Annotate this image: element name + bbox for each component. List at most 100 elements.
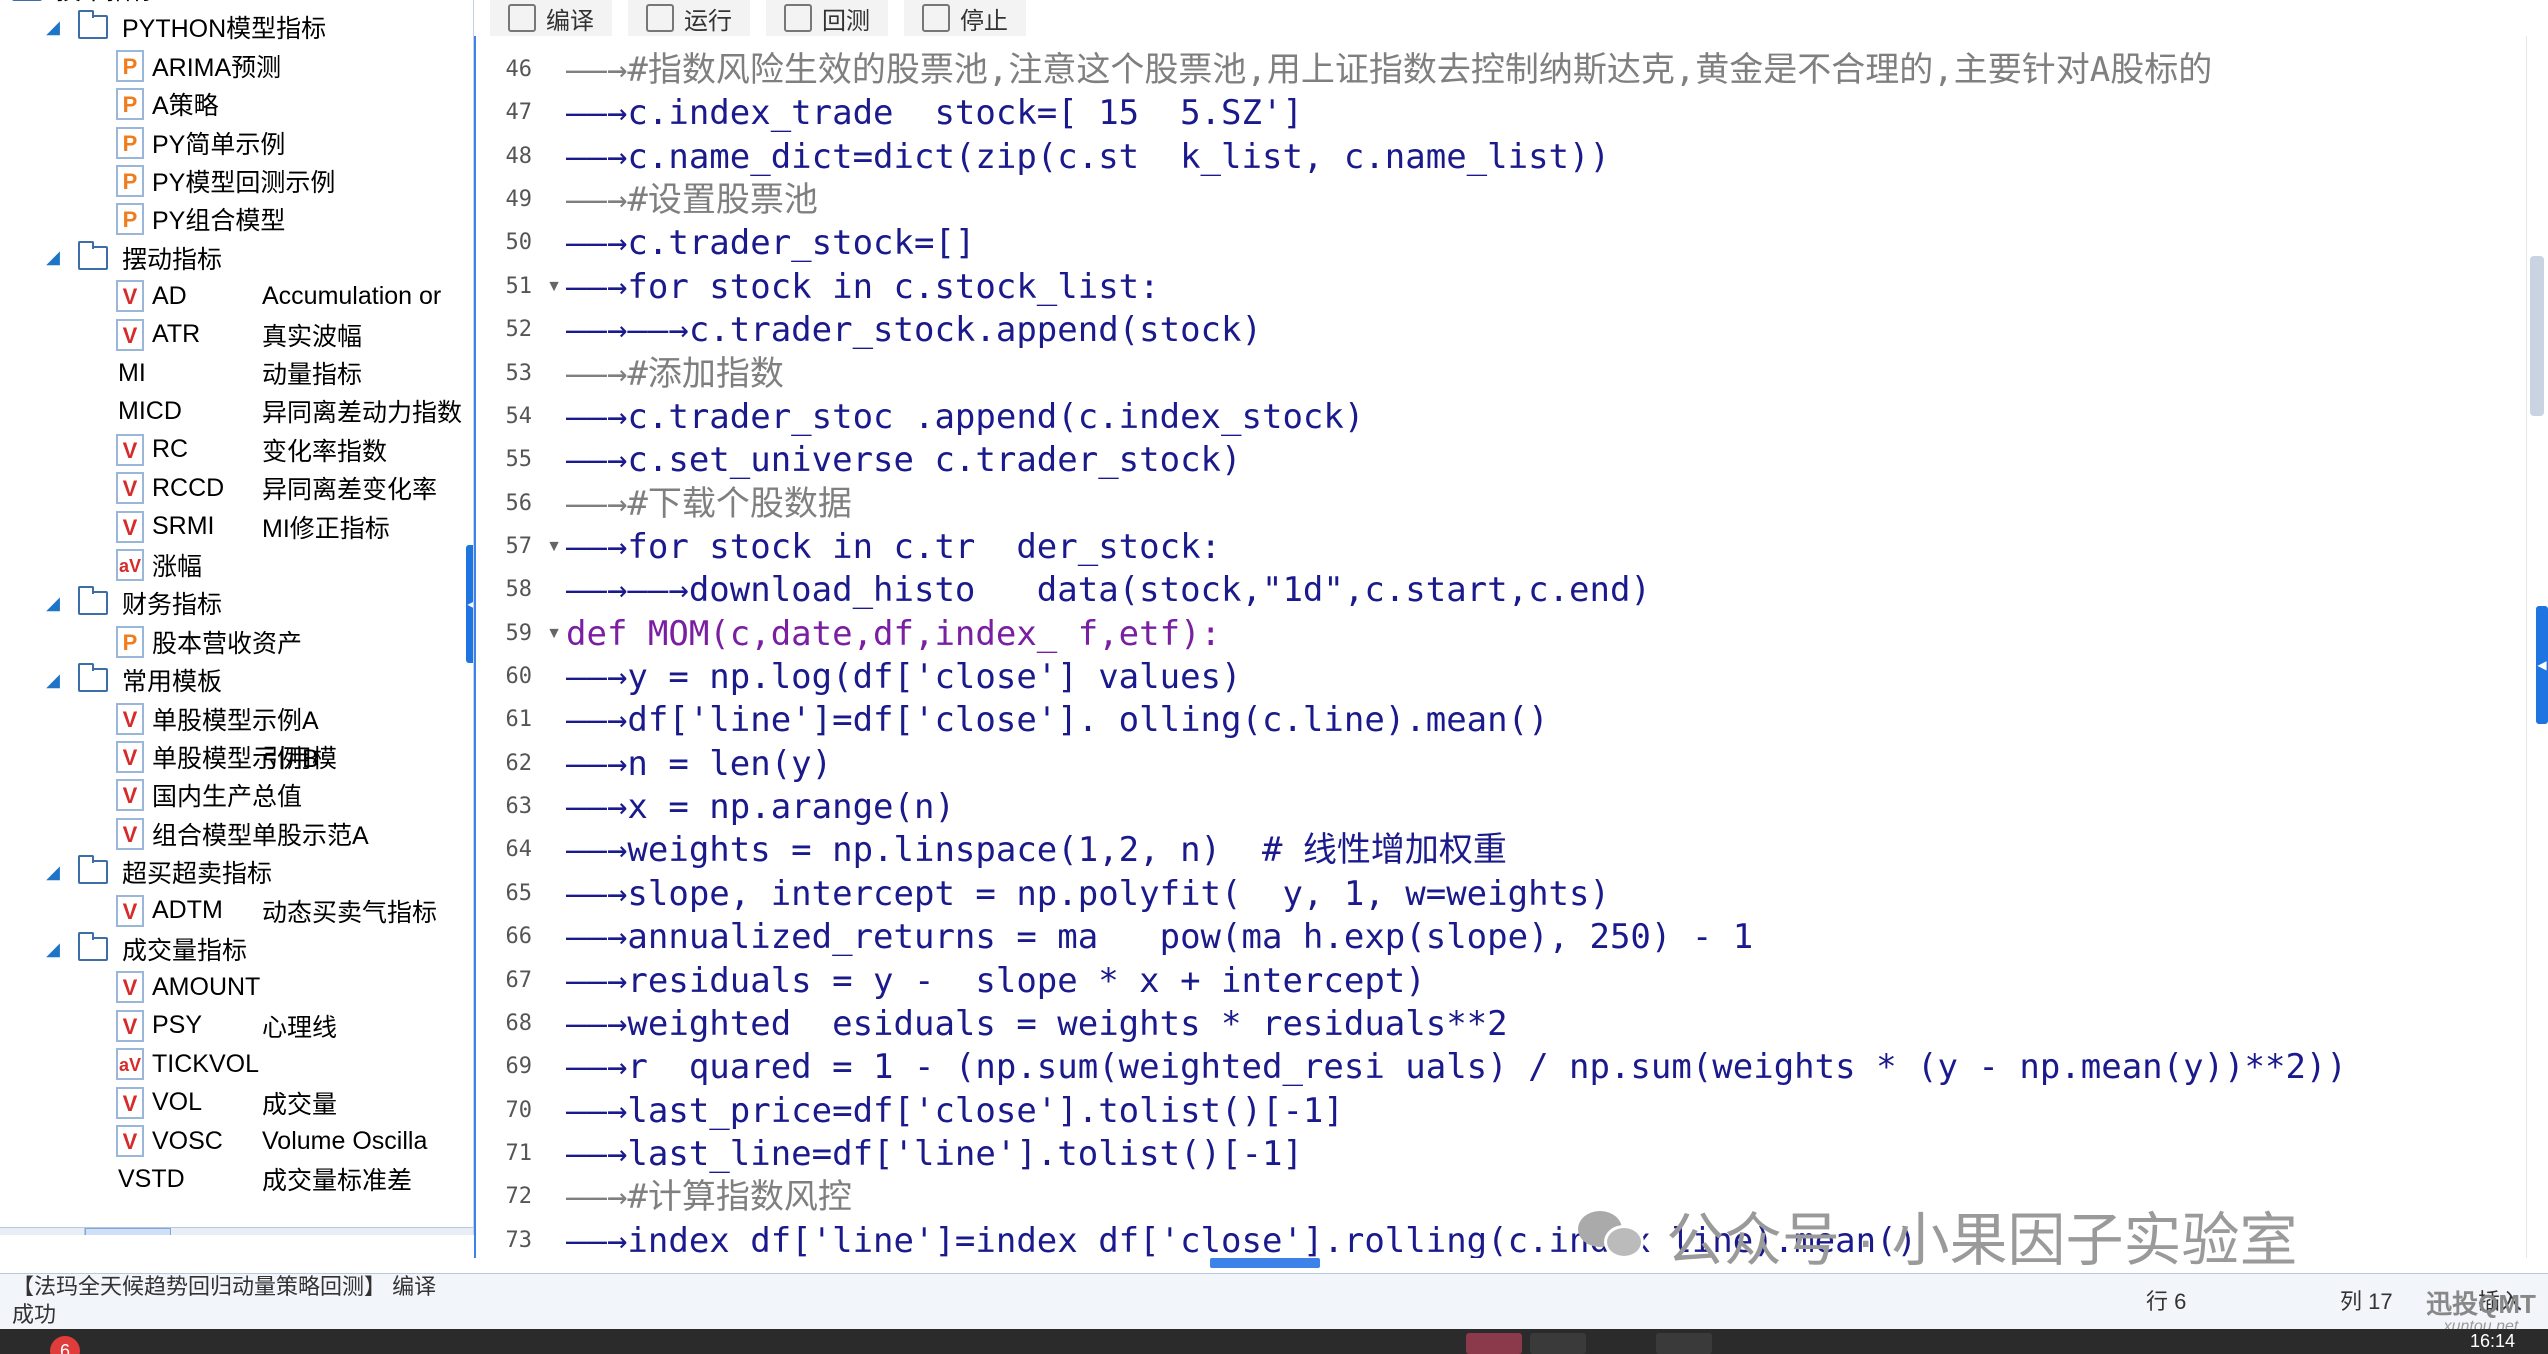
code-editor[interactable]: 46 47 48 49 50 51 52 53 54 55 56 57 58 59 60 61 62 63 64 65… [474, 36, 2548, 1258]
notification-badge[interactable]: 6 [50, 1336, 80, 1354]
tree-item[interactable]: V AMOUNT [116, 968, 260, 1006]
code-line[interactable]: ——→df['line']=df['close']. olling(c.line… [566, 698, 1549, 742]
code-line[interactable]: ——→for stock in c.stock_list: [566, 265, 1160, 309]
tree-item[interactable]: V AD Accumulation or [116, 277, 441, 315]
tree-item[interactable]: aV TICKVOL [116, 1045, 259, 1083]
tree-item[interactable]: V RC 变化率指数 [116, 431, 387, 469]
code-line[interactable]: ——→slope, intercept = np.polyfit( y, 1, … [566, 872, 1610, 916]
expand-arrow-icon[interactable]: ◢ [42, 669, 64, 691]
tree-item[interactable]: P ARIMA预测 [116, 47, 281, 85]
code-line[interactable]: ——→annualized_returns = ma pow(ma h.exp(… [566, 915, 1753, 959]
tree-item[interactable]: aV 涨幅 [116, 546, 202, 584]
code-line[interactable]: ——→c.trader_stock=[] [566, 221, 975, 265]
tree-group[interactable]: ◢ PYTHON模型指标 [42, 8, 326, 46]
python-file-icon: P [116, 203, 144, 236]
formula-file-icon: V [116, 1009, 144, 1042]
taskbar: 6 16:14 [0, 1329, 2548, 1354]
fold-toggle-icon[interactable]: ▼ [546, 525, 562, 569]
watermark: 公众号 · 小果因子实验室 [1578, 1200, 2298, 1273]
code-line[interactable]: ——→for stock in c.tr der_stock: [566, 525, 1221, 569]
tree-item[interactable]: V PSY 心理线 [116, 1007, 337, 1045]
code-line[interactable]: ——→r quared = 1 - (np.sum(weighted_resi … [566, 1045, 2347, 1089]
tree-item[interactable]: P PY模型回测示例 [116, 162, 335, 200]
tree-item[interactable]: V 单股模型示例A [116, 700, 319, 738]
tree-item[interactable]: MI 动量指标 [118, 354, 362, 392]
tree-item[interactable]: V 组合模型单股示范A [116, 815, 369, 853]
tree-group[interactable]: ◢ 超买超卖指标 [42, 853, 272, 891]
tree-group[interactable]: ◢ 常用模板 [42, 661, 222, 699]
expand-arrow-icon[interactable]: ◢ [42, 938, 64, 960]
run-button[interactable]: 运行 [628, 0, 750, 36]
code-line[interactable]: ——→last_price=df['close'].tolist()[-1] [566, 1089, 1344, 1133]
code-line[interactable]: ——→n = len(y) [566, 742, 832, 786]
code-line[interactable]: ——→weights = np.linspace(1,2, n) # 线性增加权… [566, 828, 1507, 872]
tab-functions[interactable]: 函数 [85, 1228, 171, 1235]
line-number: 63 [505, 794, 533, 820]
backtest-button[interactable]: 回测 [766, 0, 888, 36]
tree-item[interactable]: V ADTM 动态买卖气指标 [116, 892, 437, 930]
tree-item[interactable]: V SRMI MI修正指标 [116, 508, 390, 546]
tree-item[interactable]: P A策略 [116, 85, 219, 123]
code-line[interactable]: ——→last_line=df['line'].tolist()[-1] [566, 1132, 1303, 1176]
tree-root[interactable]: 技术指标 [12, 0, 156, 8]
code-line[interactable]: ——→c.name_dict=dict(zip(c.st k_list, c.n… [566, 135, 1610, 179]
tree-item[interactable]: V VOSC Volume Oscilla [116, 1122, 427, 1160]
tree-item[interactable]: V ATR 真实波幅 [116, 316, 362, 354]
right-collapse-handle[interactable]: ◀ [2536, 606, 2548, 724]
tree-item[interactable]: P PY简单示例 [116, 124, 285, 162]
tree-item[interactable]: VSTD 成交量标准差 [118, 1160, 412, 1198]
expand-arrow-icon[interactable]: ◢ [42, 247, 64, 269]
code-line[interactable]: ——→y = np.log(df['close'] values) [566, 655, 1242, 699]
compile-button[interactable]: 编译 [490, 0, 612, 36]
taskbar-app[interactable] [1466, 1333, 1522, 1354]
stop-button[interactable]: 停止 [904, 0, 1026, 36]
tree-item[interactable]: V VOL 成交量 [116, 1084, 337, 1122]
code-line[interactable]: def MOM(c,date,df,index_ f,etf): [566, 612, 1221, 656]
tree-group[interactable]: ◢ 摆动指标 [42, 239, 222, 277]
code-line[interactable]: ——→weighted esiduals = weights * residua… [566, 1002, 1508, 1046]
tree-group[interactable]: ◢ 财务指标 [42, 584, 222, 622]
tree-item-label: PY简单示例 [152, 130, 286, 159]
code-line[interactable]: ——→c.set_universe c.trader_stock) [566, 438, 1242, 482]
tree-item[interactable]: P PY组合模型 [116, 200, 285, 238]
horizontal-splitter[interactable] [1210, 1258, 1320, 1268]
formula-file-icon: V [116, 894, 144, 927]
tree-item[interactable]: V 国内生产总值 [116, 776, 302, 814]
code-area[interactable]: ——→#指数风险生效的股票池,注意这个股票池,用上证指数去控制纳斯达克,黄金是不… [566, 36, 2524, 1258]
scrollbar-thumb[interactable] [2530, 256, 2544, 416]
formula-file-icon: V [116, 280, 144, 313]
taskbar-app[interactable] [1530, 1333, 1586, 1354]
tree-item[interactable]: MICD 异同离差动力指数 [118, 392, 462, 430]
tree-item-label: 涨幅 [152, 553, 203, 581]
formula-file-icon: V [116, 510, 144, 543]
python-file-icon: P [116, 88, 144, 121]
code-line[interactable]: ——→——→c.trader_stock.append(stock) [566, 308, 1262, 352]
code-line[interactable]: ——→——→download_histo data(stock,"1d",c.s… [566, 568, 1651, 612]
tree-item[interactable]: V 单股模型示例B 引用模 [116, 738, 337, 776]
tab-model[interactable]: 模型 [0, 1228, 85, 1235]
code-line[interactable]: ——→#指数风险生效的股票池,注意这个股票池,用上证指数去控制纳斯达克,黄金是不… [566, 48, 2212, 92]
code-line[interactable]: ——→#添加指数 [566, 352, 784, 396]
fold-toggle-icon[interactable]: ▼ [546, 612, 562, 656]
code-line[interactable]: ——→c.trader_stoc .append(c.index_stock) [566, 395, 1364, 439]
tree-group[interactable]: ◢ 成交量指标 [42, 930, 247, 968]
line-number: 47 [505, 100, 533, 126]
expand-arrow-icon[interactable]: ◢ [42, 861, 64, 883]
taskbar-app[interactable] [1656, 1333, 1712, 1354]
tree-item[interactable]: P 股本营收资产 [116, 623, 302, 661]
code-line[interactable]: ——→x = np.arange(n) [566, 785, 955, 829]
code-line[interactable]: ——→residuals = y - slope * x + intercept… [566, 959, 1426, 1003]
code-line[interactable]: ——→#计算指数风控 [566, 1175, 852, 1219]
formula-file-icon: aV [116, 549, 144, 581]
expand-arrow-icon[interactable]: ◢ [42, 592, 64, 614]
code-line[interactable]: ——→c.index_trade stock=[ 15 5.SZ'] [566, 91, 1303, 135]
formula-file-icon: V [116, 741, 144, 773]
tree-item-description: 真实波幅 [262, 322, 363, 351]
code-line[interactable]: ——→#设置股票池 [566, 178, 818, 222]
left-collapse-handle[interactable]: ◀ [466, 545, 473, 663]
tree-root-label: 技术指标 [56, 0, 156, 7]
code-line[interactable]: ——→#下载个股数据 [566, 482, 852, 526]
fold-toggle-icon[interactable]: ▼ [546, 265, 562, 309]
tree-item[interactable]: V RCCD 异同离差变化率 [116, 469, 437, 507]
expand-arrow-icon[interactable]: ◢ [42, 16, 64, 38]
